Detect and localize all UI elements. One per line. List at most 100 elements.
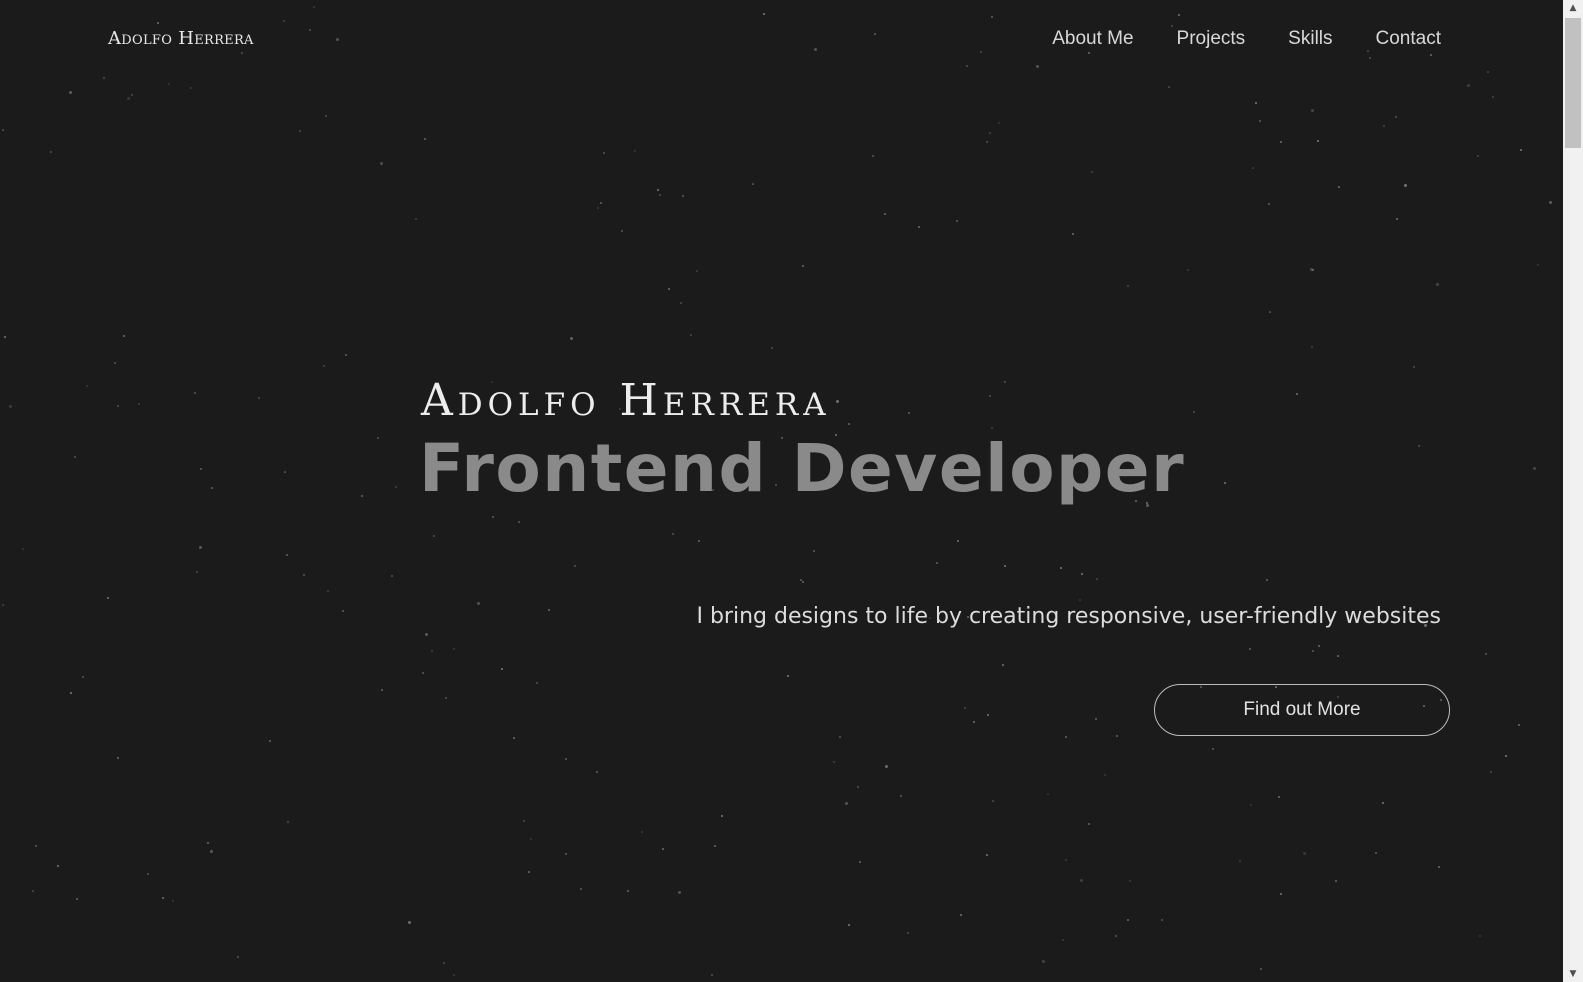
star [237, 956, 239, 958]
star [1280, 141, 1282, 143]
star [172, 900, 174, 902]
star [309, 29, 311, 31]
star [597, 207, 599, 209]
star [1080, 879, 1083, 882]
star [1485, 653, 1487, 655]
star [814, 48, 817, 51]
star [1335, 880, 1337, 882]
nav-skills[interactable]: Skills [1288, 28, 1332, 50]
star [1518, 724, 1520, 726]
star [117, 757, 119, 759]
star [600, 202, 602, 204]
nav-about-me[interactable]: About Me [1052, 28, 1133, 50]
star [1255, 102, 1257, 104]
star [1047, 793, 1049, 795]
scroll-thumb[interactable] [1565, 18, 1581, 148]
vertical-scrollbar[interactable]: ▲ ▼ [1563, 0, 1583, 982]
star [1312, 269, 1314, 271]
star [1252, 167, 1254, 169]
star [422, 672, 424, 674]
star [1479, 935, 1481, 937]
star [86, 385, 88, 387]
scroll-up-icon[interactable]: ▲ [1563, 0, 1583, 16]
star [966, 65, 968, 67]
star [35, 845, 37, 847]
star [210, 850, 213, 853]
star [9, 405, 12, 408]
star [147, 873, 149, 875]
star [570, 337, 573, 340]
star [1533, 467, 1536, 470]
star [690, 334, 692, 336]
star [1036, 65, 1039, 68]
star [1115, 935, 1117, 937]
star [884, 213, 886, 215]
star [1065, 736, 1067, 738]
star [1375, 852, 1377, 854]
star [286, 554, 288, 556]
star [131, 94, 133, 96]
find-out-more-button[interactable]: Find out More [1154, 684, 1450, 736]
star [445, 697, 447, 699]
star [425, 633, 428, 636]
scroll-down-icon[interactable]: ▼ [1563, 966, 1583, 982]
star [1369, 57, 1371, 59]
star [721, 815, 723, 817]
star [1367, 50, 1369, 52]
nav-contact[interactable]: Contact [1376, 28, 1441, 50]
star [1095, 718, 1097, 720]
star [69, 91, 72, 94]
star [415, 218, 417, 220]
star [4, 336, 6, 338]
star [1430, 54, 1432, 56]
star [874, 33, 876, 35]
star [1266, 579, 1268, 581]
hero-tagline: I bring designs to life by creating resp… [696, 604, 1441, 629]
star [1161, 919, 1163, 921]
star [1127, 919, 1129, 921]
star [269, 740, 271, 742]
star [1549, 201, 1552, 204]
star [200, 468, 202, 470]
star [1396, 218, 1398, 220]
star [1296, 393, 1298, 395]
star [752, 183, 754, 185]
star [1224, 482, 1226, 484]
star [989, 395, 991, 397]
star [1104, 774, 1106, 776]
star [241, 52, 243, 54]
star [957, 540, 959, 542]
star [431, 650, 433, 652]
star [1312, 650, 1314, 652]
star [989, 132, 991, 134]
star [986, 141, 988, 143]
star [32, 890, 34, 892]
star [848, 924, 850, 926]
star [1091, 171, 1093, 173]
star [1318, 645, 1320, 647]
star [960, 914, 962, 916]
star [621, 230, 623, 232]
star [680, 302, 682, 304]
star [908, 412, 910, 414]
star [395, 486, 397, 488]
nav-projects[interactable]: Projects [1177, 28, 1246, 50]
hero-title: Frontend Developer [419, 430, 1186, 507]
star [168, 83, 170, 85]
star [1065, 859, 1067, 861]
star [802, 581, 804, 583]
star [424, 138, 426, 140]
star [380, 162, 383, 165]
star [1239, 860, 1241, 862]
star [313, 6, 315, 8]
star [258, 397, 260, 399]
star [1060, 567, 1062, 569]
star [980, 51, 982, 53]
star [641, 831, 643, 833]
star [513, 737, 515, 739]
star [377, 437, 379, 439]
site-logo[interactable]: Adolfo Herrera [108, 28, 254, 49]
star [408, 921, 411, 924]
star [596, 771, 598, 773]
star [127, 97, 130, 100]
